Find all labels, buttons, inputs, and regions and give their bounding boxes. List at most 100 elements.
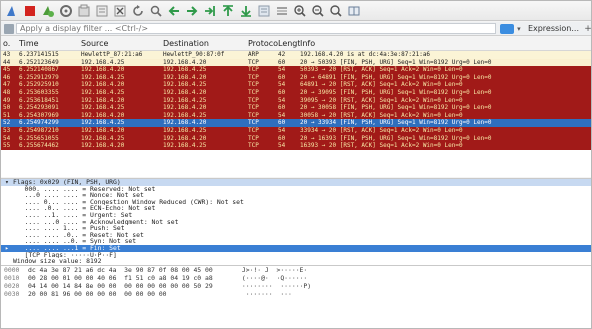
shark-fin-icon[interactable] [5, 4, 19, 18]
bytes-offset[interactable]: 0030 [1, 290, 28, 298]
bytes-hex[interactable]: dc 4a 3e 87 21 a6 dc 4a 3e 90 87 0f 08 0… [28, 266, 238, 274]
bookmark-icon[interactable] [4, 23, 14, 34]
cell-no: 48 [3, 88, 11, 96]
packet-row[interactable]: 44 6.252123649 192.168.4.25 192.168.4.20 TCP… [1, 58, 591, 67]
forward-icon[interactable] [185, 4, 199, 18]
last-icon[interactable] [239, 4, 253, 18]
restart-icon[interactable] [41, 4, 55, 18]
cell-length: 60 [278, 73, 286, 81]
autoscroll-icon[interactable] [257, 4, 271, 18]
packet-row[interactable]: 49 6.253618451 192.168.4.20 192.168.4.25 TCP… [1, 96, 591, 105]
bytes-offset[interactable]: 0000 [1, 266, 28, 274]
column-source[interactable]: Source [81, 39, 163, 48]
cell-source: 192.168.4.20 [81, 96, 125, 104]
zoom-in-icon[interactable] [293, 4, 307, 18]
bytes-hex[interactable]: 00 28 00 01 00 00 40 06 f1 51 c0 a8 04 1… [28, 274, 238, 282]
detail-line[interactable]: 000. .... .... = Reserved: Not set [1, 186, 591, 193]
save-icon[interactable] [95, 4, 109, 18]
detail-line[interactable]: .... .... 1... = Push: Set [1, 225, 591, 232]
bytes-ascii[interactable]: J>·!· J >·····E· [238, 266, 591, 274]
zoom-out-icon[interactable] [311, 4, 325, 18]
bytes-offset[interactable]: 0010 [1, 274, 28, 282]
detail-text: .... ...0 .... = Acknowledgment: Not set [13, 218, 179, 226]
packet-details-pane[interactable]: ▾ Flags: 0x029 (FIN, PSH, URG) 000. .... … [1, 178, 591, 265]
detail-line[interactable]: ▸ .... .... ...1 = Fin: Set [1, 244, 591, 252]
packet-list[interactable]: o. Time Source Destination Protocol Leng… [1, 37, 591, 177]
detail-line[interactable]: ▾ Flags: 0x029 (FIN, PSH, URG) [1, 179, 591, 186]
bytes-ascii[interactable]: ······· ··· [238, 290, 591, 298]
column-info[interactable]: Info [300, 39, 591, 48]
packet-row[interactable]: 54 6.255651055 192.168.4.25 192.168.4.20 TCP… [1, 134, 591, 143]
expand-triangle-icon[interactable]: ▸ [5, 245, 13, 252]
detail-line[interactable]: .... ...0 .... = Acknowledgment: Not set [1, 218, 591, 226]
bytes-ascii[interactable]: (····@· ·Q······ [238, 274, 591, 282]
packet-row[interactable]: 55 6.255674462 192.168.4.20 192.168.4.25 TCP… [1, 142, 591, 150]
cell-length: 54 [278, 96, 286, 104]
packet-row[interactable]: 51 6.254307969 192.168.4.20 192.168.4.25 TCP… [1, 111, 591, 120]
bytes-offset[interactable]: 0020 [1, 282, 28, 290]
cell-length: 60 [278, 134, 286, 142]
packet-row[interactable]: 46 6.252912979 192.168.4.25 192.168.4.20 TCP… [1, 73, 591, 82]
expression-button[interactable]: Expression... [524, 24, 583, 33]
open-icon[interactable] [77, 4, 91, 18]
packet-row[interactable]: 43 6.237141515 HewlettP_87:21:a6 HewlettP_9… [1, 51, 591, 59]
cell-protocol: TCP [248, 111, 259, 119]
cell-time: 6.252140867 [19, 66, 59, 74]
cell-no: 45 [3, 66, 11, 74]
detail-line[interactable]: .... .... ..0. = Syn: Not set [1, 238, 591, 245]
packet-row[interactable]: 48 6.253603355 192.168.4.25 192.168.4.20 TCP… [1, 88, 591, 97]
detail-line[interactable]: ...0 .... .... = Nonce: Not set [1, 192, 591, 199]
filter-history-dropdown[interactable]: ▾ [514, 24, 524, 34]
cell-protocol: TCP [248, 81, 259, 89]
detail-line[interactable]: Window size value: 8192 [1, 258, 591, 265]
packet-bytes-pane[interactable]: 0000 dc 4a 3e 87 21 a6 dc 4a 3e 90 87 0f … [1, 265, 591, 328]
add-filter-button[interactable]: + [583, 24, 591, 34]
packet-row[interactable]: 53 6.254987210 192.168.4.20 192.168.4.25 TCP… [1, 126, 591, 135]
bytes-ascii[interactable]: ········ ······P) [238, 282, 591, 290]
bytes-hex[interactable]: 04 14 00 14 84 8e 00 00 00 00 00 00 00 0… [28, 282, 238, 290]
cell-source: 192.168.4.25 [81, 104, 125, 112]
packet-row[interactable]: 50 6.254293091 192.168.4.25 192.168.4.20 TCP… [1, 104, 591, 112]
stop-icon[interactable] [23, 4, 37, 18]
expand-triangle-icon[interactable]: ▾ [5, 179, 13, 186]
cell-destination: 192.168.4.20 [163, 88, 207, 96]
colorize-icon[interactable] [275, 4, 289, 18]
cell-destination: 192.168.4.25 [163, 96, 207, 104]
reload-icon[interactable] [131, 4, 145, 18]
wireshark-window: ▾ Expression... + o. Time Source Destina… [0, 0, 592, 329]
detail-line[interactable]: .... 0... .... = Congestion Window Reduc… [1, 199, 591, 206]
column-protocol[interactable]: Protocol [248, 39, 278, 48]
cell-destination: 192.168.4.25 [163, 81, 207, 89]
packet-row[interactable]: 52 6.254974299 192.168.4.25 192.168.4.20 TCP… [1, 119, 591, 127]
bytes-row: 0010 00 28 00 01 00 00 40 06 f1 51 c0 a8 … [1, 274, 591, 282]
find-icon[interactable] [149, 4, 163, 18]
packet-list-header: o. Time Source Destination Protocol Leng… [1, 37, 591, 51]
detail-line[interactable]: .... .... .0.. = Reset: Not set [1, 232, 591, 239]
packet-row[interactable]: 45 6.252140867 192.168.4.20 192.168.4.25 TCP… [1, 66, 591, 74]
column-length[interactable]: Length [278, 39, 300, 48]
goto-icon[interactable] [203, 4, 217, 18]
detail-line[interactable]: .... .0.. .... = ECN-Echo: Not set [1, 205, 591, 212]
column-no[interactable]: o. [1, 39, 19, 48]
bytes-row: 0030 20 00 81 96 00 00 00 00 00 00 00 00 … [1, 290, 591, 298]
back-icon[interactable] [167, 4, 181, 18]
options-icon[interactable] [59, 4, 73, 18]
resize-columns-icon[interactable] [347, 4, 361, 18]
packet-row[interactable]: 47 6.252925910 192.168.4.20 192.168.4.25 TCP… [1, 81, 591, 89]
detail-text: Flags: 0x029 (FIN, PSH, URG) [13, 179, 121, 186]
display-filter-input[interactable] [16, 23, 496, 34]
normal-size-icon[interactable] [329, 4, 343, 18]
cell-no: 52 [3, 119, 11, 127]
first-icon[interactable] [221, 4, 235, 18]
detail-line[interactable]: [TCP Flags: ·····U·P··F] [1, 252, 591, 259]
column-time[interactable]: Time [19, 39, 81, 48]
detail-line[interactable]: .... ..1. .... = Urgent: Set [1, 212, 591, 219]
cell-time: 6.255651055 [19, 134, 59, 142]
cell-info: 20 → 33934 [FIN, PSH, URG] Seq=1 Win=819… [300, 119, 492, 127]
column-destination[interactable]: Destination [163, 39, 248, 48]
close-file-icon[interactable] [113, 4, 127, 18]
bytes-hex[interactable]: 20 00 81 96 00 00 00 00 00 00 00 00 [28, 290, 238, 298]
apply-filter-button[interactable] [499, 23, 514, 34]
cell-no: 43 [3, 51, 11, 58]
cell-source: 192.168.4.20 [81, 66, 125, 74]
